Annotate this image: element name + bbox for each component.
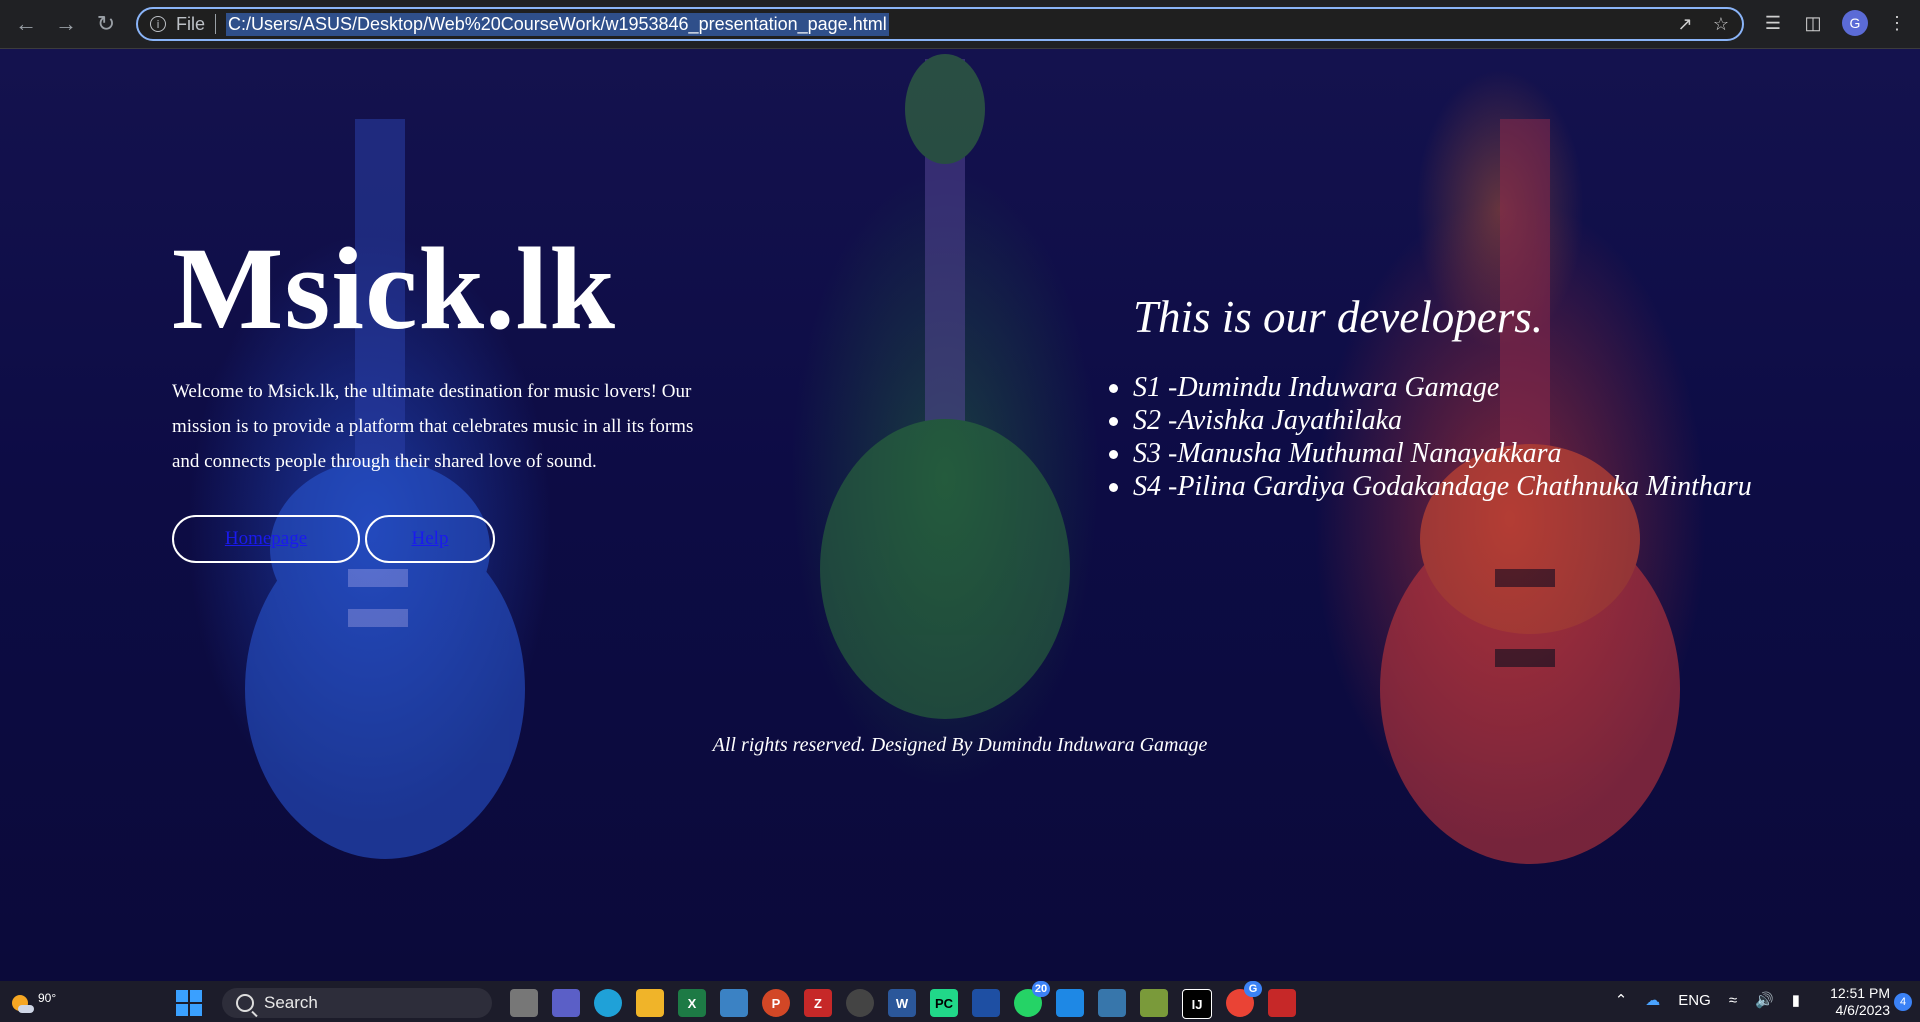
chatgpt-icon[interactable]	[846, 989, 874, 1017]
word-icon[interactable]: W	[888, 989, 916, 1017]
search-icon	[236, 994, 254, 1012]
clock[interactable]: 12:51 PM 4/6/2023	[1830, 985, 1890, 1019]
python-icon[interactable]	[1098, 989, 1126, 1017]
filezilla-icon[interactable]: Z	[804, 989, 832, 1017]
developers-heading: This is our developers.	[1133, 292, 1543, 342]
clock-time: 12:51 PM	[1830, 985, 1890, 1001]
help-button[interactable]: Help	[365, 515, 495, 563]
chevron-up-icon[interactable]: ⌃	[1615, 991, 1628, 1009]
homepage-button[interactable]: Homepage	[172, 515, 360, 563]
developers-list: S1 -Dumindu Induwara Gamage S2 -Avishka …	[1109, 371, 1752, 503]
start-button[interactable]	[176, 990, 202, 1016]
address-separator	[215, 14, 217, 34]
more-menu-icon[interactable]: ⋮	[1886, 12, 1908, 34]
excel-icon[interactable]: X	[678, 989, 706, 1017]
site-title: Msick.lk	[172, 223, 616, 354]
search-label: Search	[264, 993, 318, 1012]
browser-toolbar: ← → ↻ i File C:/Users/ASUS/Desktop/Web%2…	[0, 0, 1920, 49]
wifi-icon[interactable]: ≈	[1729, 992, 1737, 1009]
profile-avatar[interactable]: G	[1842, 10, 1868, 36]
edge-icon[interactable]	[594, 989, 622, 1017]
footer-copyright: All rights reserved. Designed By Dumindu…	[712, 734, 1208, 756]
reading-list-icon[interactable]: ☰	[1762, 12, 1784, 34]
windows-taskbar: 90° Search X P Z W PC 20 IJ G ⌃ ☁ ENG ≈ …	[0, 981, 1920, 1022]
powerpoint-icon[interactable]: P	[762, 989, 790, 1017]
file-explorer-icon[interactable]	[636, 989, 664, 1017]
chrome-profile-badge: G	[1244, 981, 1262, 997]
developer-item: S3 -Manusha Muthumal Nanayakkara	[1109, 437, 1752, 470]
whatsapp-icon[interactable]: 20	[1014, 981, 1050, 1017]
whatsapp-badge: 20	[1032, 981, 1050, 997]
forward-icon[interactable]: →	[52, 10, 80, 38]
intellij-icon[interactable]: IJ	[1182, 989, 1212, 1019]
snipping-tool-icon[interactable]	[1268, 989, 1296, 1017]
vscode-icon[interactable]	[1056, 989, 1084, 1017]
pinned-apps: X P Z W PC 20 IJ G	[510, 981, 1296, 1019]
system-tray: ⌃ ☁ ENG ≈ 🔊 ▮	[1615, 991, 1800, 1010]
site-info-icon[interactable]: i	[150, 16, 166, 32]
share-icon[interactable]: ↗	[1674, 13, 1696, 35]
back-icon[interactable]: ←	[12, 10, 40, 38]
bookmark-star-icon[interactable]: ☆	[1710, 13, 1732, 35]
side-panel-icon[interactable]: ◫	[1802, 12, 1824, 34]
taskbar-search[interactable]: Search	[222, 988, 492, 1018]
weather-temperature: 90°	[38, 991, 57, 1005]
language-indicator[interactable]: ENG	[1678, 992, 1711, 1009]
clock-date: 4/6/2023	[1835, 1002, 1891, 1018]
notification-badge[interactable]: 4	[1894, 993, 1912, 1011]
developer-item: S1 -Dumindu Induwara Gamage	[1109, 371, 1752, 404]
file-scheme-label: File	[176, 13, 206, 34]
chrome-icon[interactable]: G	[1226, 981, 1262, 1017]
reload-icon[interactable]: ↻	[92, 10, 120, 38]
teams-icon[interactable]	[552, 989, 580, 1017]
webpage: Msick.lk Welcome to Msick.lk, the ultima…	[0, 49, 1920, 981]
developer-item: S4 -Pilina Gardiya Godakandage Chathnuka…	[1109, 471, 1752, 502]
volume-icon[interactable]: 🔊	[1755, 991, 1774, 1009]
weather-widget[interactable]: 90°	[10, 989, 56, 1015]
weather-sun-icon	[12, 995, 34, 1013]
intro-paragraph: Welcome to Msick.lk, the ultimate destin…	[172, 381, 694, 472]
address-bar[interactable]: i File C:/Users/ASUS/Desktop/Web%20Cours…	[136, 7, 1744, 41]
store-icon[interactable]	[720, 989, 748, 1017]
onedrive-icon[interactable]: ☁	[1645, 991, 1660, 1009]
pycharm-icon[interactable]: PC	[930, 989, 958, 1017]
developer-item: S2 -Avishka Jayathilaka	[1109, 404, 1752, 437]
notepadpp-icon[interactable]	[1140, 989, 1168, 1017]
url-text[interactable]: C:/Users/ASUS/Desktop/Web%20CourseWork/w…	[226, 12, 889, 36]
task-view-icon[interactable]	[510, 989, 538, 1017]
battery-icon[interactable]: ▮	[1792, 991, 1800, 1009]
notes-icon[interactable]	[972, 989, 1000, 1017]
